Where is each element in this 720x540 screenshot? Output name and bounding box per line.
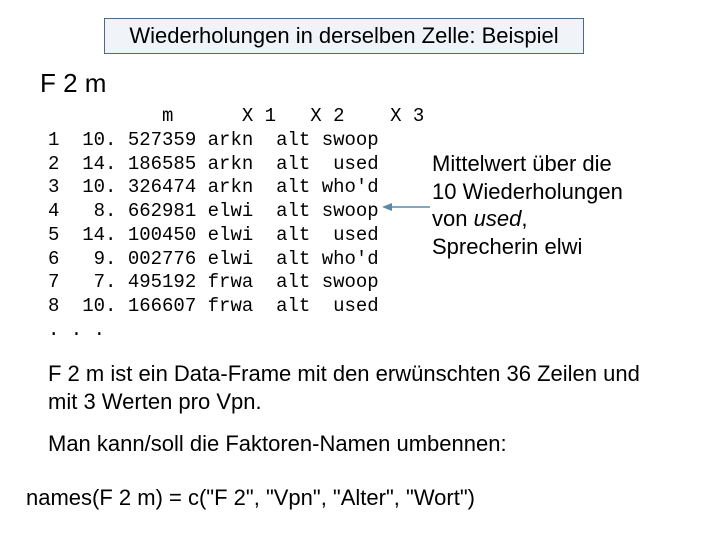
para-text: Man kann/soll die Faktoren-Namen umbenne… [48,431,507,456]
table-row: 2 14. 186585 arkn alt used [48,153,379,175]
table-row: 3 10. 326474 arkn alt who'd [48,176,379,198]
table-row: 5 14. 100450 elwi alt used [48,224,379,246]
table-header: m X 1 X 2 X 3 [48,105,424,127]
para-text: F 2 m ist ein Data-Frame mit den erwünsc… [48,361,640,414]
title-text: Wiederholungen in derselben Zelle: Beisp… [129,23,558,48]
annotation-line: Mittelwert über die [432,151,612,176]
table-row: 8 10. 166607 frwa alt used [48,295,379,317]
annotation-line: von [432,206,474,231]
code-line: names(F 2 m) = c("F 2", "Vpn", "Alter", … [26,485,475,511]
annotation-line: , [521,206,527,231]
table-row: 6 9. 002776 elwi alt who'd [48,248,379,270]
table-ellipsis: . . . [48,319,105,341]
heading-text: F 2 m [40,68,106,98]
code-text: names(F 2 m) = c("F 2", "Vpn", "Alter", … [26,485,475,510]
data-frame-heading: F 2 m [40,68,106,99]
description-paragraph: F 2 m ist ein Data-Frame mit den erwünsc… [48,360,668,415]
data-table: m X 1 X 2 X 3 1 10. 527359 arkn alt swoo… [48,105,424,343]
arrow-left-icon [382,200,430,214]
table-row: 7 7. 495192 frwa alt swoop [48,271,379,293]
annotation-line: Sprecherin elwi [432,234,582,259]
title-box: Wiederholungen in derselben Zelle: Beisp… [104,18,584,54]
annotation-line: 10 Wiederholungen [432,179,623,204]
annotation-italic: used [474,206,522,231]
table-row: 4 8. 662981 elwi alt swoop [48,200,379,222]
table-row: 1 10. 527359 arkn alt swoop [48,129,379,151]
annotation-text: Mittelwert über die 10 Wiederholungen vo… [432,150,692,260]
instruction-paragraph: Man kann/soll die Faktoren-Namen umbenne… [48,430,668,458]
